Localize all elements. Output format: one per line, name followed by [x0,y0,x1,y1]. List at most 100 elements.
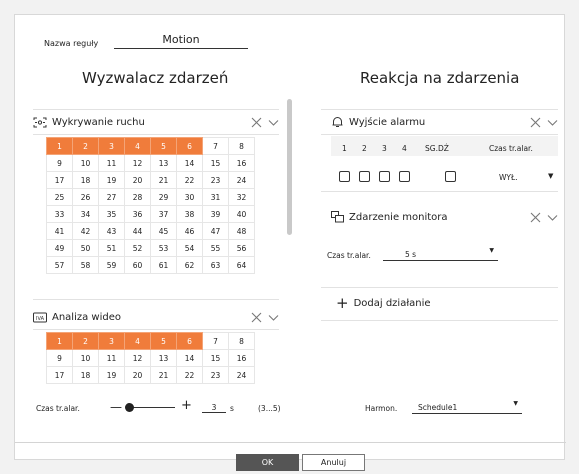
motion-channel-cell[interactable]: 28 [124,188,151,206]
motion-channel-cell[interactable]: 58 [72,256,99,274]
motion-channel-cell[interactable]: 35 [98,205,125,223]
motion-channel-cell[interactable]: 46 [176,222,203,240]
motion-channel-cell[interactable]: 49 [46,239,73,257]
chevron-down-icon[interactable] [268,308,279,327]
motion-channel-cell[interactable]: 40 [228,205,255,223]
alarm-time-slider[interactable] [127,407,175,408]
alarm-duration-select[interactable]: WYŁ. [499,173,518,182]
motion-channel-cell[interactable]: 51 [98,239,125,257]
video-channel-cell[interactable]: 22 [176,366,203,384]
motion-channel-cell[interactable]: 39 [202,205,229,223]
schedule-select[interactable]: Schedule1 ▼ [412,400,522,414]
motion-channel-cell[interactable]: 21 [150,171,177,189]
video-channel-cell[interactable]: 3 [98,332,125,350]
close-icon[interactable] [251,113,262,132]
motion-channel-cell[interactable]: 19 [98,171,125,189]
motion-channel-cell[interactable]: 4 [124,137,151,155]
motion-channel-cell[interactable]: 15 [202,154,229,172]
motion-channel-cell[interactable]: 25 [46,188,73,206]
motion-channel-cell[interactable]: 11 [98,154,125,172]
video-channel-cell[interactable]: 19 [98,366,125,384]
video-channel-cell[interactable]: 4 [124,332,151,350]
motion-channel-cell[interactable]: 48 [228,222,255,240]
motion-channel-cell[interactable]: 64 [228,256,255,274]
alarm-time-value[interactable]: 3 [202,403,226,413]
motion-channel-cell[interactable]: 8 [228,137,255,155]
video-channel-cell[interactable]: 7 [202,332,229,350]
video-channel-cell[interactable]: 5 [150,332,177,350]
motion-channel-cell[interactable]: 42 [72,222,99,240]
motion-channel-cell[interactable]: 17 [46,171,73,189]
alarm-1-checkbox[interactable] [339,171,350,182]
video-channel-cell[interactable]: 1 [46,332,73,350]
motion-channel-cell[interactable]: 56 [228,239,255,257]
alarm-2-checkbox[interactable] [359,171,370,182]
motion-channel-cell[interactable]: 34 [72,205,99,223]
motion-channel-cell[interactable]: 32 [228,188,255,206]
motion-channel-cell[interactable]: 36 [124,205,151,223]
motion-channel-cell[interactable]: 45 [150,222,177,240]
motion-channel-cell[interactable]: 22 [176,171,203,189]
motion-channel-cell[interactable]: 57 [46,256,73,274]
motion-channel-cell[interactable]: 41 [46,222,73,240]
motion-channel-cell[interactable]: 44 [124,222,151,240]
motion-channel-cell[interactable]: 23 [202,171,229,189]
video-channel-cell[interactable]: 16 [228,349,255,367]
motion-channel-cell[interactable]: 7 [202,137,229,155]
video-channel-cell[interactable]: 11 [98,349,125,367]
motion-channel-cell[interactable]: 27 [98,188,125,206]
video-channel-cell[interactable]: 2 [72,332,99,350]
chevron-down-icon[interactable] [547,208,558,227]
alarm-4-checkbox[interactable] [399,171,410,182]
motion-channel-cell[interactable]: 5 [150,137,177,155]
motion-channel-cell[interactable]: 52 [124,239,151,257]
video-channel-cell[interactable]: 14 [176,349,203,367]
motion-channel-cell[interactable]: 13 [150,154,177,172]
motion-channel-cell[interactable]: 1 [46,137,73,155]
motion-channel-cell[interactable]: 47 [202,222,229,240]
motion-channel-cell[interactable]: 29 [150,188,177,206]
video-channel-cell[interactable]: 10 [72,349,99,367]
video-channel-cell[interactable]: 6 [176,332,203,350]
chevron-down-icon[interactable] [268,113,279,132]
chevron-down-icon[interactable] [547,113,558,132]
motion-channel-cell[interactable]: 16 [228,154,255,172]
scrollbar-thumb[interactable] [287,99,292,235]
motion-channel-cell[interactable]: 20 [124,171,151,189]
close-icon[interactable] [251,308,262,327]
motion-channel-cell[interactable]: 62 [176,256,203,274]
decrease-button[interactable]: — [110,401,122,413]
motion-channel-cell[interactable]: 24 [228,171,255,189]
motion-channel-cell[interactable]: 6 [176,137,203,155]
video-channel-cell[interactable]: 18 [72,366,99,384]
motion-channel-cell[interactable]: 55 [202,239,229,257]
video-channel-cell[interactable]: 12 [124,349,151,367]
motion-channel-cell[interactable]: 10 [72,154,99,172]
motion-channel-cell[interactable]: 43 [98,222,125,240]
video-channel-cell[interactable]: 13 [150,349,177,367]
motion-channel-cell[interactable]: 2 [72,137,99,155]
motion-channel-cell[interactable]: 38 [176,205,203,223]
video-channel-cell[interactable]: 24 [228,366,255,384]
motion-channel-cell[interactable]: 18 [72,171,99,189]
increase-button[interactable]: + [181,399,192,412]
motion-channel-cell[interactable]: 60 [124,256,151,274]
motion-channel-cell[interactable]: 54 [176,239,203,257]
rule-name-input[interactable]: Motion [114,33,248,49]
motion-channel-cell[interactable]: 9 [46,154,73,172]
motion-channel-cell[interactable]: 59 [98,256,125,274]
motion-channel-cell[interactable]: 26 [72,188,99,206]
add-action-button[interactable]: + Dodaj działanie [336,296,431,311]
close-icon[interactable] [530,113,541,132]
alarm-3-checkbox[interactable] [379,171,390,182]
motion-channel-cell[interactable]: 61 [150,256,177,274]
video-channel-cell[interactable]: 23 [202,366,229,384]
buzzer-checkbox[interactable] [445,171,456,182]
slider-handle[interactable] [125,403,134,412]
close-icon[interactable] [530,208,541,227]
cancel-button[interactable]: Anuluj [302,454,365,471]
motion-channel-cell[interactable]: 31 [202,188,229,206]
video-channel-cell[interactable]: 8 [228,332,255,350]
motion-channel-cell[interactable]: 63 [202,256,229,274]
video-channel-cell[interactable]: 20 [124,366,151,384]
